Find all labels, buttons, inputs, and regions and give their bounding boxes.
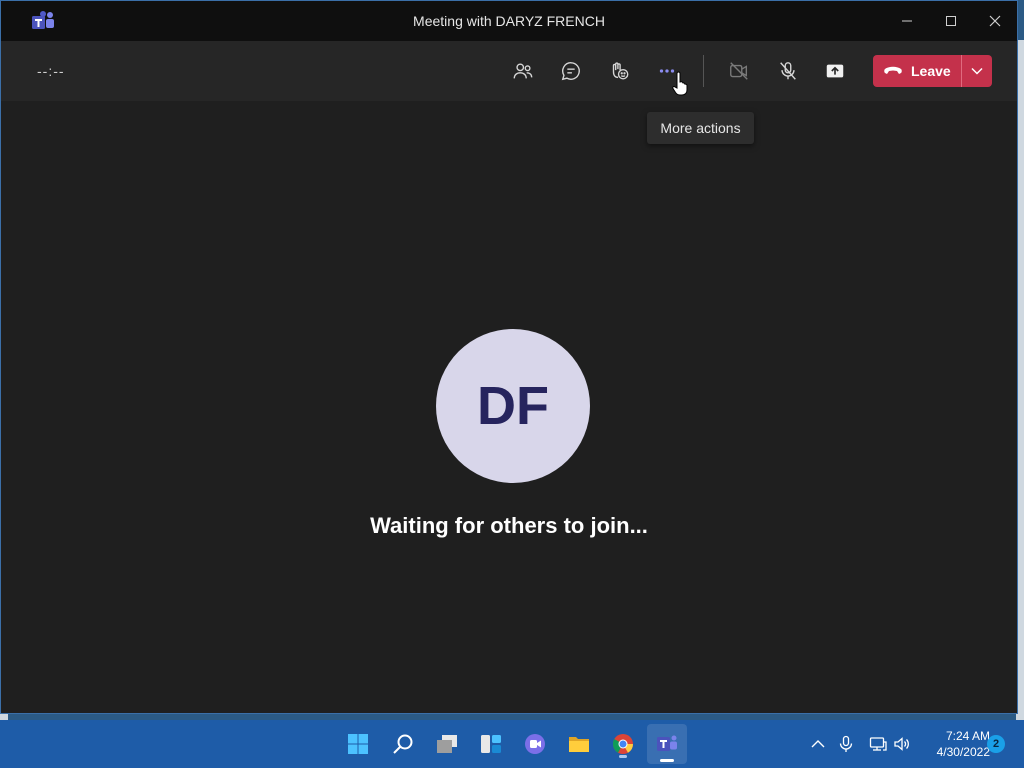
file-explorer-icon [569,737,589,752]
title-bar[interactable]: Meeting with DARYZ FRENCH [1,1,1017,41]
minimize-icon [902,20,912,22]
leave-options-button[interactable] [962,55,992,87]
teams-chat-icon [525,734,545,754]
meeting-window: Meeting with DARYZ FRENCH --:-- Leave Mo… [0,0,1018,714]
file-explorer-button[interactable] [563,728,595,760]
more-actions-tooltip: More actions [647,112,754,144]
microphone-tray-button[interactable] [834,732,858,756]
leave-button[interactable]: Leave [873,55,961,87]
taskbar: 7:24 AM 4/30/2022 [0,720,1024,768]
widgets-button[interactable] [475,728,507,760]
start-icon [348,734,368,754]
network-icon [869,737,887,751]
minimize-button[interactable] [885,1,929,41]
hang-up-icon [884,66,902,74]
volume-tray-button[interactable] [890,732,914,756]
volume-icon [894,737,909,751]
react-icon [612,62,629,80]
chrome-button[interactable] [607,728,639,760]
mic-off-icon [780,62,796,80]
clock-date: 4/30/2022 [936,745,990,759]
start-button[interactable] [342,728,374,760]
close-button[interactable] [973,1,1017,41]
show-hidden-icons-button[interactable] [806,732,830,756]
microphone-icon [839,735,853,752]
meeting-toolbar: --:-- Leave [1,41,1017,101]
running-indicator [619,755,627,758]
leave-button-group: Leave [873,55,992,87]
window-title: Meeting with DARYZ FRENCH [413,13,605,29]
camera-button[interactable] [723,55,755,87]
hand-cursor-icon [672,71,688,96]
avatar: DF [436,329,590,483]
chevron-up-icon [811,740,825,748]
chat-icon [561,62,580,81]
widgets-icon [481,735,501,753]
clock[interactable]: 7:24 AM 4/30/2022 [918,728,990,760]
waiting-status: Waiting for others to join... [370,513,648,538]
chevron-down-icon [971,67,983,75]
notification-badge[interactable]: 2 [987,735,1005,753]
search-icon [393,734,413,754]
network-tray-button[interactable] [866,732,890,756]
meeting-timer: --:-- [37,63,65,79]
chat-button[interactable] [555,55,587,87]
chrome-icon [612,734,634,754]
share-button[interactable] [819,55,851,87]
close-icon [989,15,1001,27]
teams-button[interactable] [647,724,687,764]
task-view-button[interactable] [431,728,463,760]
teams-chat-button[interactable] [519,728,551,760]
teams-icon [657,735,677,751]
clock-time: 7:24 AM [945,729,990,743]
mic-button[interactable] [772,55,804,87]
people-button[interactable] [507,55,539,87]
search-button[interactable] [387,728,419,760]
maximize-button[interactable] [929,1,973,41]
toolbar-divider [703,55,704,87]
task-view-icon [437,735,457,753]
leave-label: Leave [911,63,951,79]
react-button[interactable] [603,55,635,87]
people-icon [513,63,533,79]
maximize-icon [946,16,956,26]
active-indicator [660,759,674,762]
camera-off-icon [730,62,748,80]
share-icon [826,64,844,78]
